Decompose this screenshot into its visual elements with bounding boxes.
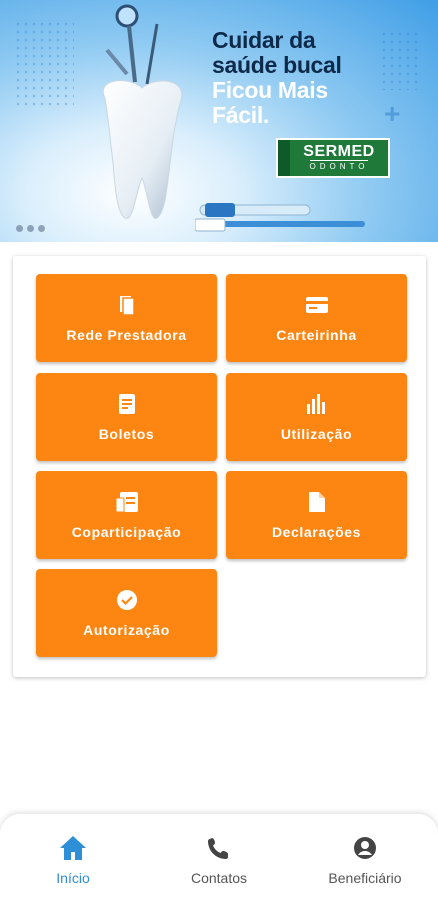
headline-line: Cuidar da xyxy=(212,27,316,53)
menu-button-label: Coparticipação xyxy=(71,524,182,540)
menu-button-label: Carteirinha xyxy=(276,327,357,343)
services-menu-card: Rede Prestadora Carteirinha Boletos Util… xyxy=(13,256,426,677)
tooth-illustration xyxy=(102,80,183,219)
nav-label: Beneficiário xyxy=(328,870,402,886)
logo-title: SERMED xyxy=(303,143,375,160)
carousel-indicator xyxy=(16,225,45,232)
menu-button-label: Utilização xyxy=(280,426,353,442)
promo-banner[interactable]: Cuidar da saúde bucal Ficou Mais Fácil. … xyxy=(0,0,438,242)
carousel-dot[interactable] xyxy=(16,225,23,232)
menu-button-label: Autorização xyxy=(83,622,170,638)
logo-main: SERMED ODONTO xyxy=(290,140,388,176)
decorative-dots xyxy=(14,20,74,110)
toothbrush-illustration xyxy=(195,203,365,232)
receipt-icon xyxy=(115,490,139,514)
plus-icon: + xyxy=(384,98,401,129)
banner-headline: Cuidar da saúde bucal Ficou Mais Fácil. xyxy=(212,28,342,128)
book-icon xyxy=(115,293,139,317)
user-circle-icon xyxy=(351,834,379,862)
bar-chart-icon xyxy=(305,392,329,416)
menu-button-boletos[interactable]: Boletos xyxy=(36,373,217,461)
bottom-navigation: Início Contatos Beneficiário xyxy=(0,814,438,900)
check-circle-icon xyxy=(115,588,139,612)
app-root: Cuidar da saúde bucal Ficou Mais Fácil. … xyxy=(0,0,438,900)
menu-button-label: Rede Prestadora xyxy=(66,327,187,343)
menu-button-utilizacao[interactable]: Utilização xyxy=(226,373,407,461)
carousel-dot[interactable] xyxy=(27,225,34,232)
home-icon xyxy=(59,834,87,862)
phone-icon xyxy=(205,834,233,862)
dental-tools-illustration xyxy=(105,4,159,85)
document-icon xyxy=(115,392,139,416)
headline-line: Ficou Mais xyxy=(212,77,328,103)
menu-button-autorizacao[interactable]: Autorização xyxy=(36,569,217,657)
headline-line: Fácil. xyxy=(212,102,270,128)
menu-button-label: Boletos xyxy=(98,426,155,442)
nav-label: Início xyxy=(56,870,90,886)
file-icon xyxy=(305,490,329,514)
nav-item-beneficiario[interactable]: Beneficiário xyxy=(292,814,438,900)
menu-button-coparticipacao[interactable]: Coparticipação xyxy=(36,471,217,559)
nav-item-inicio[interactable]: Início xyxy=(0,814,146,900)
nav-item-contatos[interactable]: Contatos xyxy=(146,814,292,900)
card-icon xyxy=(305,293,329,317)
menu-button-rede-prestadora[interactable]: Rede Prestadora xyxy=(36,274,217,362)
nav-label: Contatos xyxy=(190,870,248,886)
menu-button-carteirinha[interactable]: Carteirinha xyxy=(226,274,407,362)
menu-button-label: Declarações xyxy=(271,524,362,540)
decorative-dots xyxy=(380,30,420,90)
carousel-dot[interactable] xyxy=(38,225,45,232)
headline-line: saúde bucal xyxy=(212,52,342,78)
menu-button-declaracoes[interactable]: Declarações xyxy=(226,471,407,559)
logo-side-strip xyxy=(278,140,290,176)
logo-subtitle: ODONTO xyxy=(309,160,369,171)
sermed-logo: SERMED ODONTO xyxy=(276,138,390,178)
